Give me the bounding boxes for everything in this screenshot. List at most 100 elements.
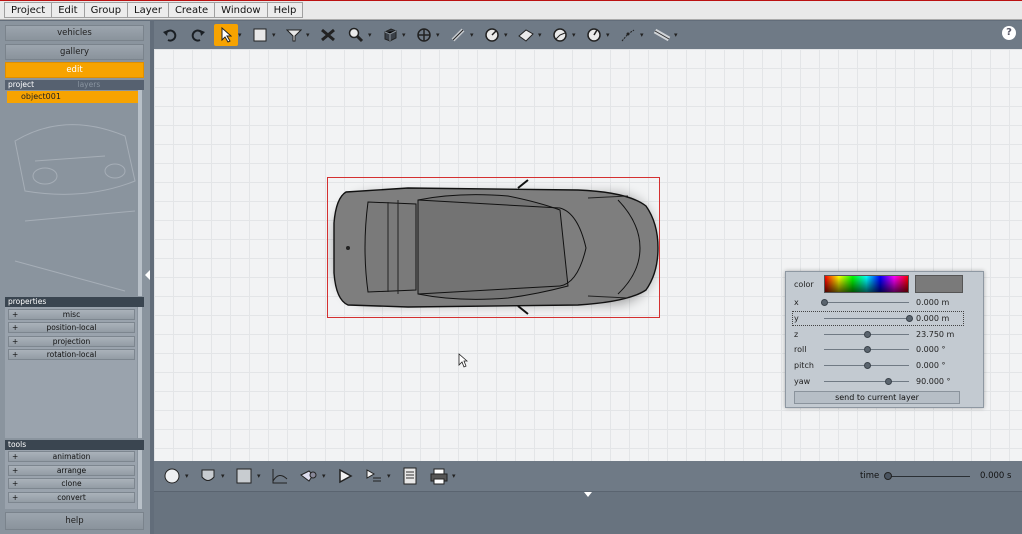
delete-icon[interactable] (316, 24, 340, 46)
nav-vehicles[interactable]: vehicles (5, 25, 144, 41)
menu-window[interactable]: Window (214, 2, 267, 18)
slider-knob[interactable] (906, 315, 913, 322)
menu-edit[interactable]: Edit (51, 2, 84, 18)
dropdown-arrow-icon[interactable]: ▾ (674, 31, 680, 39)
yaw-slider[interactable] (824, 378, 909, 385)
property-misc[interactable]: + misc (8, 309, 135, 320)
slider-knob[interactable] (863, 346, 871, 353)
tool-arrange[interactable]: + arrange (8, 465, 135, 476)
path-icon[interactable] (616, 24, 640, 46)
slider-knob[interactable] (863, 331, 871, 338)
yaw-value: 90.000 ° (916, 377, 951, 386)
move-icon[interactable] (412, 24, 436, 46)
circle-shape-icon[interactable] (160, 465, 184, 487)
object-list-item[interactable]: object001 (7, 91, 138, 103)
expand-icon: + (12, 310, 19, 319)
document-icon[interactable] (398, 465, 422, 487)
x-slider[interactable] (821, 299, 909, 306)
object-list-scrollbar[interactable] (138, 90, 142, 296)
redo-icon[interactable] (186, 24, 210, 46)
pitch-slider[interactable] (824, 362, 909, 369)
menu-project[interactable]: Project (4, 2, 52, 18)
dropdown-arrow-icon[interactable]: ▾ (504, 31, 510, 39)
cube-icon[interactable] (378, 24, 402, 46)
collapse-panel-icon[interactable] (145, 270, 150, 280)
filter-icon[interactable] (282, 24, 306, 46)
z-slider[interactable] (824, 331, 909, 338)
dropdown-arrow-icon[interactable]: ▾ (606, 31, 612, 39)
square-shape-icon[interactable] (232, 465, 256, 487)
tool-convert[interactable]: + convert (8, 492, 135, 503)
selected-car-object[interactable] (327, 177, 660, 318)
color-picker[interactable] (824, 275, 909, 293)
tool-label: animation (52, 452, 91, 461)
property-position-local[interactable]: + position-local (8, 322, 135, 333)
dropdown-arrow-icon[interactable]: ▾ (572, 31, 578, 39)
expand-icon: + (12, 350, 19, 359)
dropdown-arrow-icon[interactable]: ▾ (470, 31, 476, 39)
angle2-icon[interactable] (582, 24, 606, 46)
area-icon[interactable] (514, 24, 538, 46)
color-swatch[interactable] (915, 275, 963, 293)
send-to-layer-button[interactable]: send to current layer (794, 391, 960, 404)
ruler-icon[interactable] (650, 24, 674, 46)
time-slider[interactable] (884, 472, 970, 480)
dropdown-arrow-icon[interactable]: ▾ (538, 31, 544, 39)
roll-slider[interactable] (824, 346, 909, 353)
tab-project[interactable]: project (5, 80, 75, 90)
shield-shape-icon[interactable] (196, 465, 220, 487)
dropdown-arrow-icon[interactable]: ▾ (368, 31, 374, 39)
y-slider[interactable] (824, 315, 913, 322)
nav-gallery[interactable]: gallery (5, 44, 144, 60)
help-button[interactable]: help (5, 512, 144, 530)
slider-knob[interactable] (863, 362, 871, 369)
time-slider-knob[interactable] (884, 472, 892, 480)
menu-layer[interactable]: Layer (127, 2, 168, 18)
graph-icon[interactable] (268, 465, 292, 487)
dropdown-arrow-icon[interactable]: ▾ (452, 472, 458, 480)
property-label: misc (62, 310, 81, 319)
dropdown-arrow-icon[interactable]: ▾ (272, 31, 278, 39)
tool-label: convert (57, 493, 86, 502)
property-projection[interactable]: + projection (8, 336, 135, 347)
print-icon[interactable] (427, 465, 451, 487)
dropdown-arrow-icon[interactable]: ▾ (221, 472, 227, 480)
dropdown-arrow-icon[interactable]: ▾ (436, 31, 442, 39)
menu-group[interactable]: Group (83, 2, 128, 18)
properties-scrollbar[interactable] (138, 307, 142, 438)
undo-icon[interactable] (158, 24, 182, 46)
expand-timeline-icon[interactable] (584, 492, 592, 497)
dropdown-arrow-icon[interactable]: ▾ (185, 472, 191, 480)
tab-layers[interactable]: layers (75, 80, 145, 90)
angle-icon[interactable] (548, 24, 572, 46)
dropdown-arrow-icon[interactable]: ▾ (640, 31, 646, 39)
dropdown-arrow-icon[interactable]: ▾ (322, 472, 328, 480)
menu-help[interactable]: Help (266, 2, 304, 18)
timeline-panel (154, 491, 1022, 534)
help-icon[interactable]: ? (1002, 26, 1016, 40)
tools-scrollbar[interactable] (138, 450, 142, 509)
slider-knob[interactable] (884, 378, 892, 385)
dropdown-arrow-icon[interactable]: ▾ (387, 472, 393, 480)
transform-panel: color x 0.000 m y 0.000 m z 23.750 m rol… (785, 271, 984, 408)
tool-animation[interactable]: + animation (8, 451, 135, 462)
step-play-icon[interactable] (362, 465, 386, 487)
camera-icon[interactable] (297, 465, 321, 487)
select-pointer-icon[interactable] (214, 24, 238, 46)
slider-knob[interactable] (821, 299, 828, 306)
dropdown-arrow-icon[interactable]: ▾ (402, 31, 408, 39)
z-label: z (794, 330, 799, 339)
gauge-icon[interactable] (480, 24, 504, 46)
play-icon[interactable] (333, 465, 357, 487)
background-sketch (14, 124, 136, 292)
measure-icon[interactable] (446, 24, 470, 46)
rectangle-select-icon[interactable] (248, 24, 272, 46)
dropdown-arrow-icon[interactable]: ▾ (306, 31, 312, 39)
nav-edit[interactable]: edit (5, 62, 144, 78)
zoom-icon[interactable] (344, 24, 368, 46)
dropdown-arrow-icon[interactable]: ▾ (257, 472, 263, 480)
property-rotation-local[interactable]: + rotation-local (8, 349, 135, 360)
tool-clone[interactable]: + clone (8, 478, 135, 489)
dropdown-arrow-icon[interactable]: ▾ (238, 31, 244, 39)
menu-create[interactable]: Create (167, 2, 215, 18)
